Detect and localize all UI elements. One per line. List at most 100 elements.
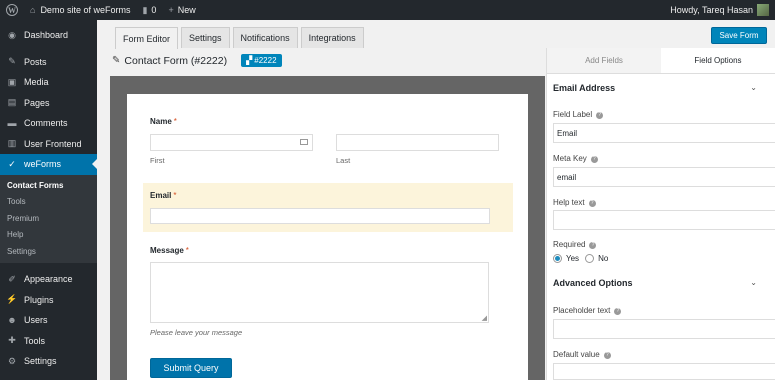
placeholder-input[interactable]: [553, 319, 775, 339]
help-question-icon[interactable]: ?: [589, 242, 597, 249]
greeting-text: Howdy, Tareq Hasan: [670, 5, 753, 15]
sidebar-item-posts[interactable]: ✎ Posts: [0, 52, 97, 73]
required-mark: *: [173, 117, 177, 126]
no-label: No: [598, 254, 609, 263]
weforms-icon: ✓: [8, 158, 16, 169]
first-sublabel: First: [150, 156, 165, 165]
sidebar-item-label: Settings: [24, 356, 57, 367]
last-name-input[interactable]: [336, 134, 499, 151]
last-sublabel: Last: [336, 156, 351, 165]
default-value-input[interactable]: [553, 363, 775, 380]
tab-settings[interactable]: Settings: [181, 27, 230, 48]
meta-key-label: Meta Key?: [553, 154, 598, 163]
save-form-button[interactable]: Save Form: [711, 27, 767, 44]
pin-icon: ✎: [8, 56, 16, 67]
panel-tabs: Add Fields Field Options: [547, 48, 775, 74]
wrench-icon: ✚: [8, 335, 16, 346]
chevron-down-icon[interactable]: ⌄: [750, 278, 757, 287]
help-question-icon[interactable]: ?: [614, 308, 622, 315]
plugin-icon: ⚡: [6, 294, 18, 305]
sidebar-item-user-frontend[interactable]: ▥ User Frontend: [0, 134, 97, 155]
help-text-input[interactable]: [553, 210, 775, 230]
pencil-icon[interactable]: ✎: [112, 55, 120, 66]
required-mark: *: [185, 246, 189, 255]
form-title[interactable]: Contact Form (#2222): [124, 55, 227, 67]
field-label-input[interactable]: Email: [553, 123, 775, 143]
avatar: [757, 4, 769, 16]
tab-field-options[interactable]: Field Options: [661, 48, 775, 73]
yes-label: Yes: [566, 254, 580, 263]
advanced-options-title[interactable]: Advanced Options: [553, 278, 633, 288]
sidebar-item-settings[interactable]: ⚙ Settings: [0, 351, 97, 372]
sidebar-item-label: Comments: [24, 118, 68, 129]
form-title-row: ✎ Contact Form (#2222) ▞ #2222: [112, 54, 282, 67]
tab-add-fields[interactable]: Add Fields: [547, 48, 661, 73]
sidebar-item-dashboard[interactable]: ◉ Dashboard: [0, 25, 97, 46]
default-value-text: Default value: [553, 350, 600, 359]
users-icon: ☻: [7, 315, 17, 326]
submenu-contact-forms[interactable]: Contact Forms: [0, 178, 97, 195]
help-question-icon[interactable]: ?: [596, 112, 604, 119]
sidebar-item-label: weForms: [24, 159, 62, 170]
submenu-help[interactable]: Help: [0, 227, 97, 244]
message-field-label: Message *: [150, 246, 189, 255]
help-question-icon[interactable]: ?: [603, 352, 611, 359]
message-textarea[interactable]: ◢: [150, 262, 489, 323]
message-label-text: Message: [150, 246, 184, 255]
placeholder-label: Placeholder text?: [553, 306, 622, 315]
media-icon: ▣: [7, 76, 17, 87]
frontend-icon: ▥: [7, 138, 17, 149]
comments-link[interactable]: ▮ 0: [136, 0, 162, 20]
new-content-link[interactable]: + New: [162, 0, 201, 20]
site-name-link[interactable]: ⌂ Demo site of weForms: [24, 0, 136, 20]
email-label-text: Email: [150, 191, 172, 200]
email-field-label: Email *: [150, 191, 176, 200]
required-radio-group: Yes No: [553, 254, 608, 263]
field-label-label: Field Label?: [553, 110, 604, 119]
help-question-icon[interactable]: ?: [588, 200, 596, 207]
help-question-icon[interactable]: ?: [590, 156, 598, 163]
required-label: Required?: [553, 240, 597, 249]
field-label-text: Field Label: [553, 110, 593, 119]
sidebar-item-plugins[interactable]: ⚡ Plugins: [0, 290, 97, 311]
sidebar-item-users[interactable]: ☻ Users: [0, 310, 97, 331]
tab-integrations[interactable]: Integrations: [300, 27, 364, 48]
sidebar-item-comments[interactable]: ▬ Comments: [0, 113, 97, 134]
page-icon: ▤: [7, 97, 17, 108]
submit-query-button[interactable]: Submit Query: [150, 358, 232, 378]
required-yes-radio[interactable]: [553, 254, 562, 263]
my-account-link[interactable]: Howdy, Tareq Hasan: [664, 0, 775, 20]
sidebar-item-label: Dashboard: [24, 30, 69, 41]
required-mark: *: [173, 191, 177, 200]
settings-icon: ⚙: [7, 355, 17, 366]
sidebar-item-label: Users: [24, 315, 48, 326]
tab-form-editor[interactable]: Form Editor: [115, 27, 179, 49]
sidebar-item-pages[interactable]: ▤ Pages: [0, 93, 97, 114]
sidebar-item-label: Posts: [24, 56, 47, 67]
brush-icon: ✐: [8, 273, 16, 284]
tab-notifications[interactable]: Notifications: [232, 27, 298, 48]
sidebar-item-appearance[interactable]: ✐ Appearance: [0, 269, 97, 290]
admin-sidebar: ◉ Dashboard ✎ Posts ▣ Media ▤ Pages ▬ Co…: [0, 20, 97, 380]
sidebar-item-weforms[interactable]: ✓ weForms: [0, 154, 97, 175]
email-address-section-title[interactable]: Email Address: [553, 83, 615, 93]
sidebar-item-label: Tools: [24, 335, 46, 346]
sidebar-item-label: Plugins: [24, 294, 54, 305]
new-label: New: [177, 5, 196, 15]
required-no-radio[interactable]: [585, 254, 595, 263]
chevron-down-icon[interactable]: ⌄: [750, 83, 757, 92]
meta-key-input[interactable]: email: [553, 167, 775, 187]
resize-handle-icon[interactable]: ◢: [482, 314, 487, 322]
shortcode-badge[interactable]: ▞ #2222: [241, 54, 282, 67]
wordpress-icon: W: [6, 4, 18, 16]
submenu-tools[interactable]: Tools: [0, 194, 97, 211]
submenu-premium[interactable]: Premium: [0, 211, 97, 228]
placeholder-text: Placeholder text: [553, 306, 611, 315]
email-input[interactable]: [150, 208, 490, 224]
wordpress-logo-menu[interactable]: W: [0, 0, 24, 20]
first-name-input[interactable]: [150, 134, 313, 151]
sidebar-item-media[interactable]: ▣ Media: [0, 72, 97, 93]
submenu-settings[interactable]: Settings: [0, 244, 97, 261]
comment-bubble-icon: ▮: [142, 4, 148, 15]
sidebar-item-tools[interactable]: ✚ Tools: [0, 331, 97, 352]
